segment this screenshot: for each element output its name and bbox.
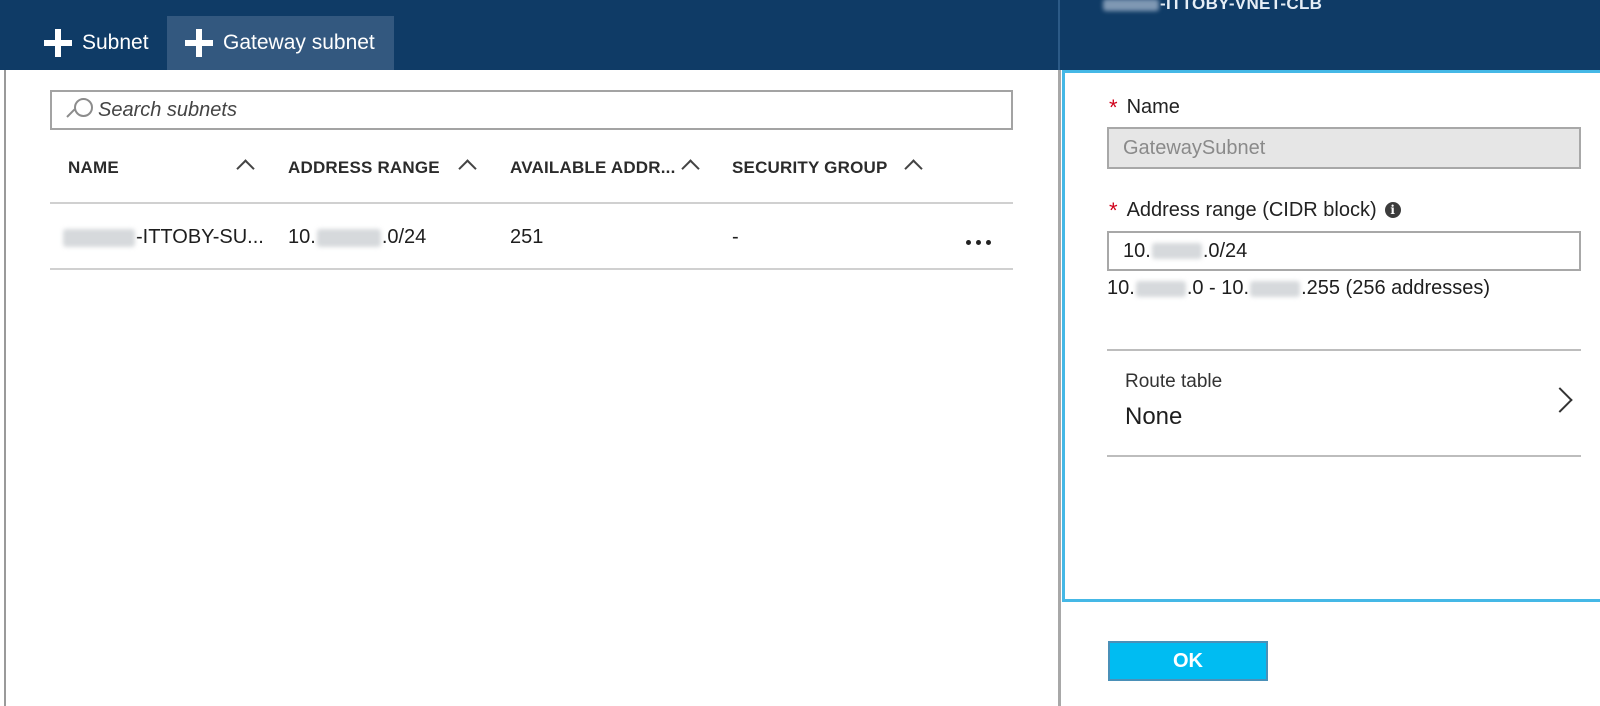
address-range-summary: 10. .0 - 10. .255 (256 addresses) xyxy=(1107,277,1490,300)
chevron-right-icon xyxy=(1547,387,1573,413)
info-icon[interactable]: i xyxy=(1384,202,1401,218)
route-table-label: Route table xyxy=(1125,371,1223,392)
add-subnet-label: Subnet xyxy=(82,31,149,54)
ellipsis-icon[interactable] xyxy=(966,240,991,245)
cidr-label-text: Address range (CIDR block) xyxy=(1126,199,1377,221)
column-header-name[interactable]: NAME xyxy=(68,158,119,178)
pane-border xyxy=(4,70,6,706)
column-header-address-range[interactable]: ADDRESS RANGE xyxy=(288,158,440,178)
name-field[interactable]: GatewaySubnet xyxy=(1107,127,1581,169)
address-range-cell: 10. .0/24 xyxy=(288,226,426,249)
redacted-text xyxy=(63,228,135,247)
plus-icon xyxy=(185,29,213,57)
table-row[interactable]: -ITTOBY-SU... 10. .0/24 251 - xyxy=(50,204,1013,270)
chevron-up-icon[interactable] xyxy=(458,159,477,178)
available-addresses-cell: 251 xyxy=(510,226,544,248)
address-prefix: 10. xyxy=(288,226,316,248)
column-header-security-group[interactable]: SECURITY GROUP xyxy=(732,158,888,178)
blade-title-text: -ITTOBY-VNET-CLB xyxy=(1160,0,1323,13)
redacted-text xyxy=(1103,0,1159,11)
cidr-suffix: .0/24 xyxy=(1202,239,1248,262)
name-label-text: Name xyxy=(1126,96,1180,118)
range-end-suffix: .255 (256 addresses) xyxy=(1301,277,1491,299)
route-table-value: None xyxy=(1125,403,1183,430)
command-bar: Subnet Gateway subnet -ITTOBY-VNET-CLB xyxy=(0,0,1600,70)
chevron-up-icon[interactable] xyxy=(236,159,255,178)
cidr-field[interactable]: 10. .0/24 xyxy=(1107,231,1581,271)
redacted-text xyxy=(316,228,381,247)
search-input[interactable] xyxy=(98,98,978,122)
subnet-name-cell: -ITTOBY-SU... xyxy=(62,226,264,249)
chevron-up-icon[interactable] xyxy=(904,159,923,178)
search-box[interactable] xyxy=(50,90,1013,130)
chevron-up-icon[interactable] xyxy=(681,159,700,178)
redacted-text xyxy=(1250,280,1301,297)
cidr-prefix: 10. xyxy=(1123,239,1151,262)
add-gateway-subnet-label: Gateway subnet xyxy=(223,31,375,54)
add-gateway-subnet-button[interactable]: Gateway subnet xyxy=(167,16,394,70)
route-table-selector[interactable]: Route table None xyxy=(1107,351,1581,455)
cidr-field-label: * Address range (CIDR block) i xyxy=(1109,196,1401,223)
search-icon xyxy=(64,95,94,125)
blade-title: -ITTOBY-VNET-CLB xyxy=(1103,0,1322,14)
table-header: NAME ADDRESS RANGE AVAILABLE ADDR... SEC… xyxy=(50,148,1013,204)
add-gateway-subnet-blade: * Name GatewaySubnet * Address range (CIDR… xyxy=(1062,70,1600,602)
ok-button[interactable]: OK xyxy=(1108,641,1268,681)
subnet-name-text: -ITTOBY-SU... xyxy=(136,226,264,248)
plus-icon xyxy=(44,29,72,57)
blade-divider xyxy=(1058,0,1060,70)
range-start-prefix: 10. xyxy=(1107,277,1135,299)
column-header-available[interactable]: AVAILABLE ADDR... xyxy=(510,158,676,178)
required-mark: * xyxy=(1109,198,1118,223)
range-start-suffix: .0 - 10. xyxy=(1186,277,1250,299)
required-mark: * xyxy=(1109,95,1118,120)
redacted-text xyxy=(1135,280,1186,297)
address-suffix: .0/24 xyxy=(381,226,427,248)
name-field-label: * Name xyxy=(1109,93,1180,120)
pane-divider xyxy=(1058,70,1061,706)
redacted-text xyxy=(1151,243,1202,259)
add-subnet-button[interactable]: Subnet xyxy=(26,16,167,70)
security-group-cell: - xyxy=(732,226,739,248)
divider xyxy=(1107,455,1581,457)
